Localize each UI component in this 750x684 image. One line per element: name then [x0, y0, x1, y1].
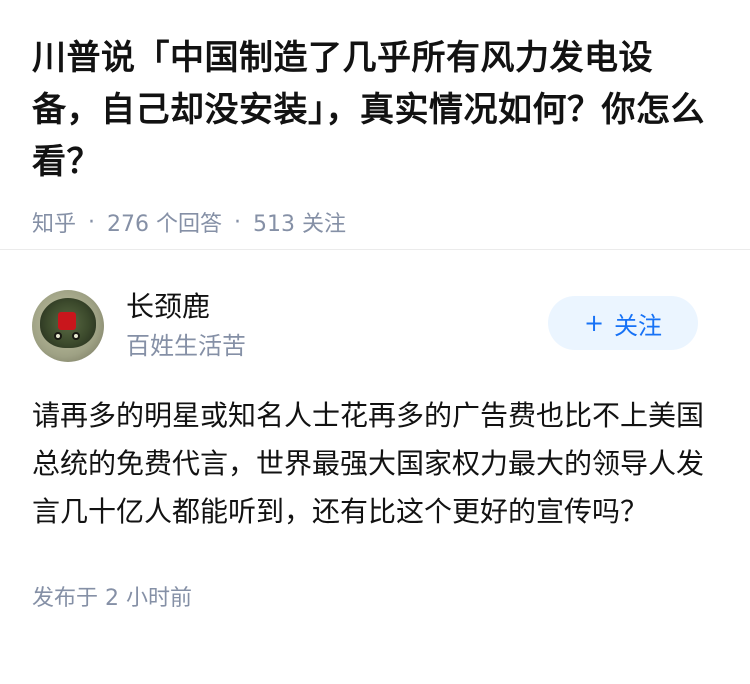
follow-button[interactable]: + 关注 [548, 296, 698, 350]
answer-content[interactable]: 请再多的明星或知名人士花再多的广告费也比不上美国总统的免费代言，世界最强大国家权… [32, 392, 712, 536]
follow-label: 关注 [614, 311, 663, 340]
meta-separator: · [88, 209, 96, 235]
avatar[interactable] [32, 290, 104, 362]
meta-separator: · [234, 209, 242, 235]
answers-count[interactable]: 276 个回答 [107, 206, 222, 238]
avatar-eye [54, 332, 62, 340]
question-title[interactable]: 川普说「中国制造了几乎所有风力发电设备，自己却没安装」，真实情况如何？你怎么看？ [32, 32, 718, 188]
author-info: 长颈鹿 百姓生活苦 [126, 289, 246, 363]
author-row: 长颈鹿 百姓生活苦 + 关注 [32, 288, 718, 364]
source-label: 知乎 [32, 212, 77, 237]
question-header: 川普说「中国制造了几乎所有风力发电设备，自己却没安装」，真实情况如何？你怎么看？… [0, 0, 750, 250]
answer-card: 长颈鹿 百姓生活苦 + 关注 请再多的明星或知名人士花再多的广告费也比不上美国总… [0, 250, 750, 612]
followers-count[interactable]: 513 关注 [253, 206, 346, 238]
question-meta: 知乎 · 276 个回答 · 513 关注 [32, 206, 718, 238]
author-name[interactable]: 长颈鹿 [126, 289, 246, 325]
avatar-mark [58, 312, 76, 330]
plus-icon: + [583, 309, 605, 337]
publish-time: 发布于 2 小时前 [32, 586, 192, 611]
avatar-eye [72, 332, 80, 340]
author-bio: 百姓生活苦 [126, 332, 246, 360]
